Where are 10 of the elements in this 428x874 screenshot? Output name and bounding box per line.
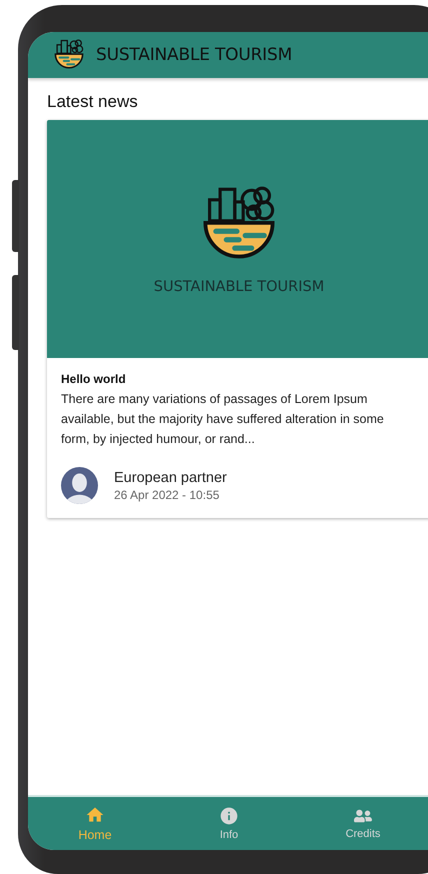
nav-tab[interactable]: Home bbox=[28, 797, 162, 850]
news-title: Hello world bbox=[61, 372, 127, 386]
author-name: European partner bbox=[114, 470, 227, 486]
app-title: SUSTAINABLE TOURISM bbox=[96, 45, 292, 65]
nav-tab[interactable]: Credits bbox=[296, 797, 428, 850]
news-excerpt: There are many variations of passages of Lorem Ipsum available, but the majority have suffered alteration in some form, by injected humour, or rand... bbox=[61, 391, 385, 448]
banner-title: SUSTAINABLE TOURISM bbox=[154, 279, 324, 295]
nav-tab[interactable]: Info bbox=[162, 797, 296, 850]
section-title: Latest news bbox=[47, 92, 139, 112]
post-date: 26 Apr 2022 - 10:55 bbox=[114, 488, 220, 502]
